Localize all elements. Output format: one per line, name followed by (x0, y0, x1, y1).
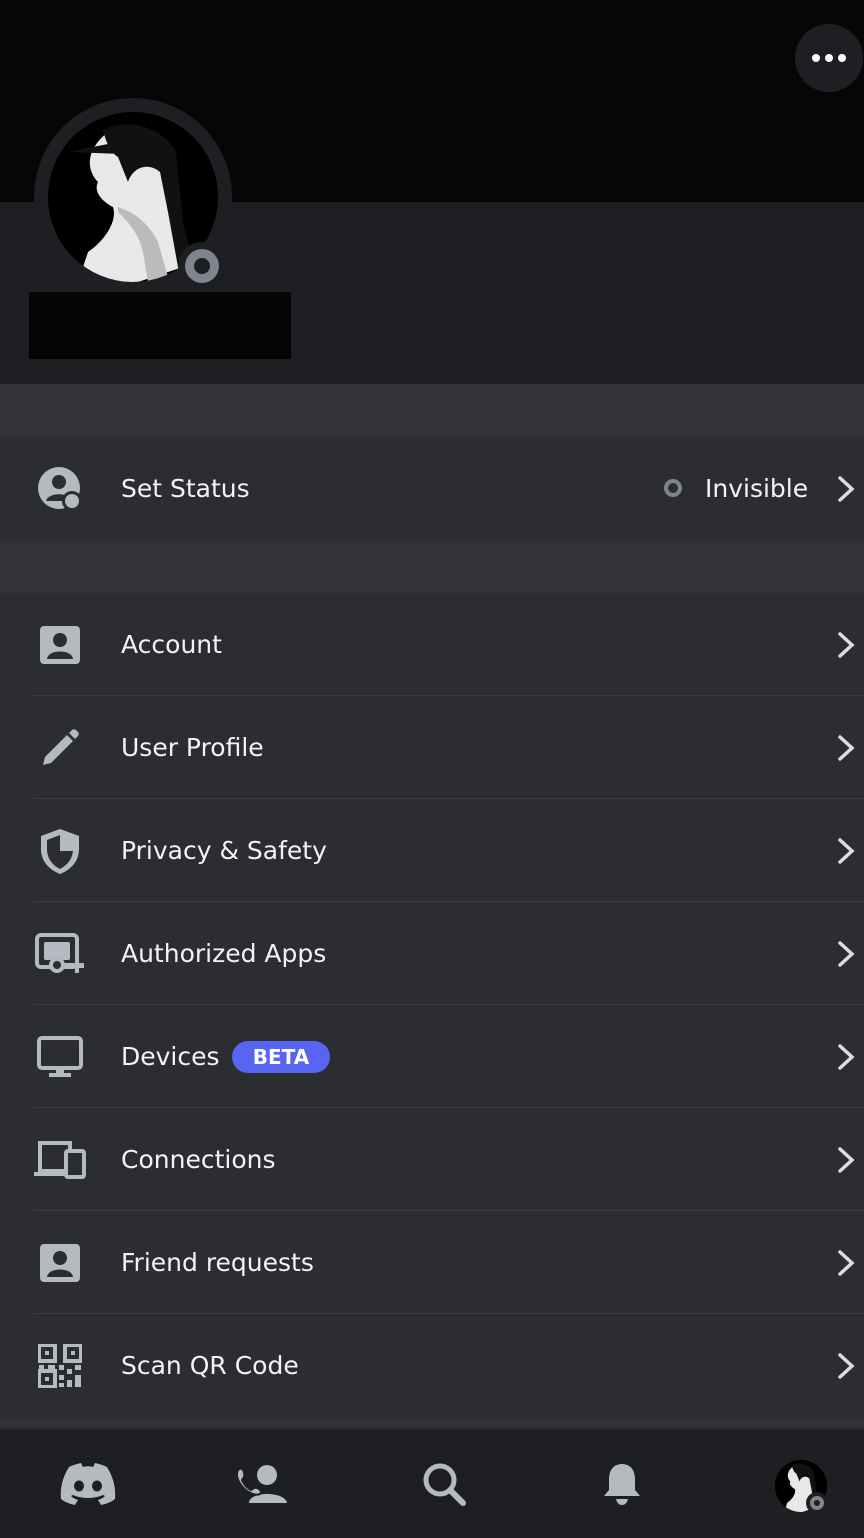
menu-item-label: Friend requests (121, 1248, 314, 1277)
menu-item-label: User Profile (121, 733, 264, 762)
tab-status-indicator (806, 1492, 828, 1514)
shield-icon (34, 827, 86, 875)
menu-item-devices[interactable]: Devices BETA (0, 1005, 864, 1108)
qr-code-icon (34, 1342, 86, 1390)
tab-notifications[interactable] (592, 1458, 652, 1510)
more-dot-icon (838, 54, 846, 62)
redacted-username (29, 292, 291, 359)
chevron-right-icon (838, 1250, 855, 1276)
discord-home-icon (60, 1463, 116, 1505)
chevron-right-icon (838, 735, 855, 761)
invisible-status-icon (664, 479, 682, 497)
authorized-apps-icon (34, 930, 86, 978)
menu-item-label: Account (121, 630, 222, 659)
notifications-icon (604, 1464, 640, 1505)
section-spacer (0, 384, 864, 437)
menu-item-label: Devices (121, 1042, 220, 1071)
chevron-right-icon (838, 476, 855, 502)
more-options-button[interactable] (795, 24, 863, 92)
menu-item-account[interactable]: Account (0, 593, 864, 696)
tab-search[interactable] (414, 1458, 474, 1510)
section-spacer (0, 540, 864, 593)
tab-home[interactable] (58, 1458, 118, 1510)
menu-item-friend-requests[interactable]: Friend requests (0, 1211, 864, 1314)
pencil-icon (34, 724, 86, 772)
menu-item-label: Privacy & Safety (121, 836, 327, 865)
chevron-right-icon (838, 1353, 855, 1379)
set-status-label: Set Status (121, 474, 250, 503)
tab-friends[interactable] (232, 1458, 292, 1510)
menu-item-label: Scan QR Code (121, 1351, 299, 1380)
menu-item-label: Connections (121, 1145, 276, 1174)
search-icon (423, 1463, 466, 1506)
friends-icon (235, 1465, 287, 1503)
more-dot-icon (812, 54, 820, 62)
chevron-right-icon (838, 941, 855, 967)
invisible-status-indicator (178, 242, 226, 290)
connections-icon (34, 1136, 86, 1184)
status-value: Invisible (705, 474, 809, 503)
bottom-tab-bar (0, 1428, 864, 1538)
chevron-right-icon (838, 1147, 855, 1173)
menu-item-connections[interactable]: Connections (0, 1108, 864, 1211)
menu-item-scan-qr-code[interactable]: Scan QR Code (0, 1314, 864, 1417)
chevron-right-icon (838, 632, 855, 658)
menu-item-label: Authorized Apps (121, 939, 327, 968)
chevron-right-icon (838, 838, 855, 864)
monitor-icon (34, 1033, 86, 1081)
menu-item-privacy-safety[interactable]: Privacy & Safety (0, 799, 864, 902)
menu-item-user-profile[interactable]: User Profile (0, 696, 864, 799)
more-dot-icon (825, 54, 833, 62)
chevron-right-icon (838, 1044, 855, 1070)
friend-requests-icon (34, 1239, 86, 1287)
section-spacer (0, 1417, 864, 1428)
beta-badge: BETA (232, 1041, 330, 1073)
set-status-icon (34, 465, 86, 513)
menu-item-authorized-apps[interactable]: Authorized Apps (0, 902, 864, 1005)
set-status-row[interactable]: Set Status Invisible (0, 437, 864, 540)
account-icon (34, 621, 86, 669)
